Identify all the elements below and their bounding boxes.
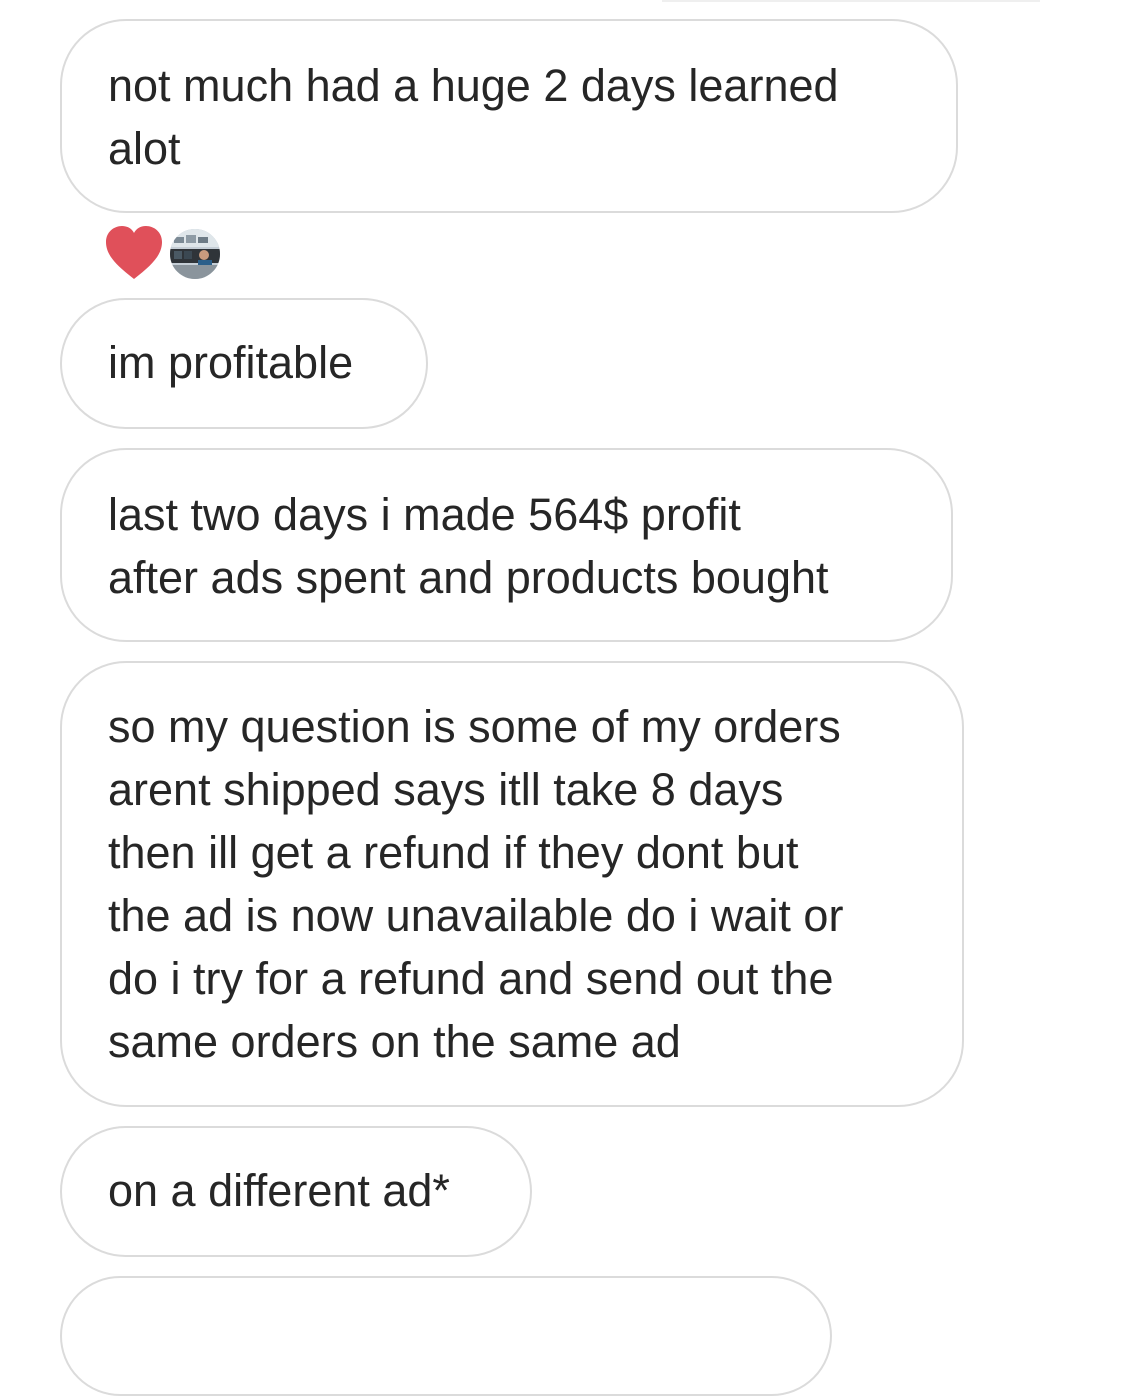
avatar-image: [170, 229, 220, 279]
heart-icon: [106, 226, 162, 279]
reactor-avatar[interactable]: [168, 227, 222, 281]
message-text: last two days i made 564$ profit after a…: [108, 489, 829, 603]
message-bubble[interactable]: not much had a huge 2 days learned alot: [60, 19, 958, 213]
message-text: on a different ad*: [108, 1165, 450, 1216]
message-bubble[interactable]: last two days i made 564$ profit after a…: [60, 448, 953, 642]
message-bubble[interactable]: so my question is some of my orders aren…: [60, 661, 964, 1107]
message-reactions[interactable]: [104, 225, 224, 281]
message-text: not much had a huge 2 days learned alot: [108, 60, 839, 174]
message-text: im profitable: [108, 337, 354, 388]
message-text: so my question is some of my orders aren…: [108, 701, 844, 1067]
message-bubble-partial[interactable]: [60, 1276, 832, 1396]
message-bubble[interactable]: im profitable: [60, 298, 428, 429]
message-bubble[interactable]: on a different ad*: [60, 1126, 532, 1257]
top-divider: [662, 0, 1040, 2]
